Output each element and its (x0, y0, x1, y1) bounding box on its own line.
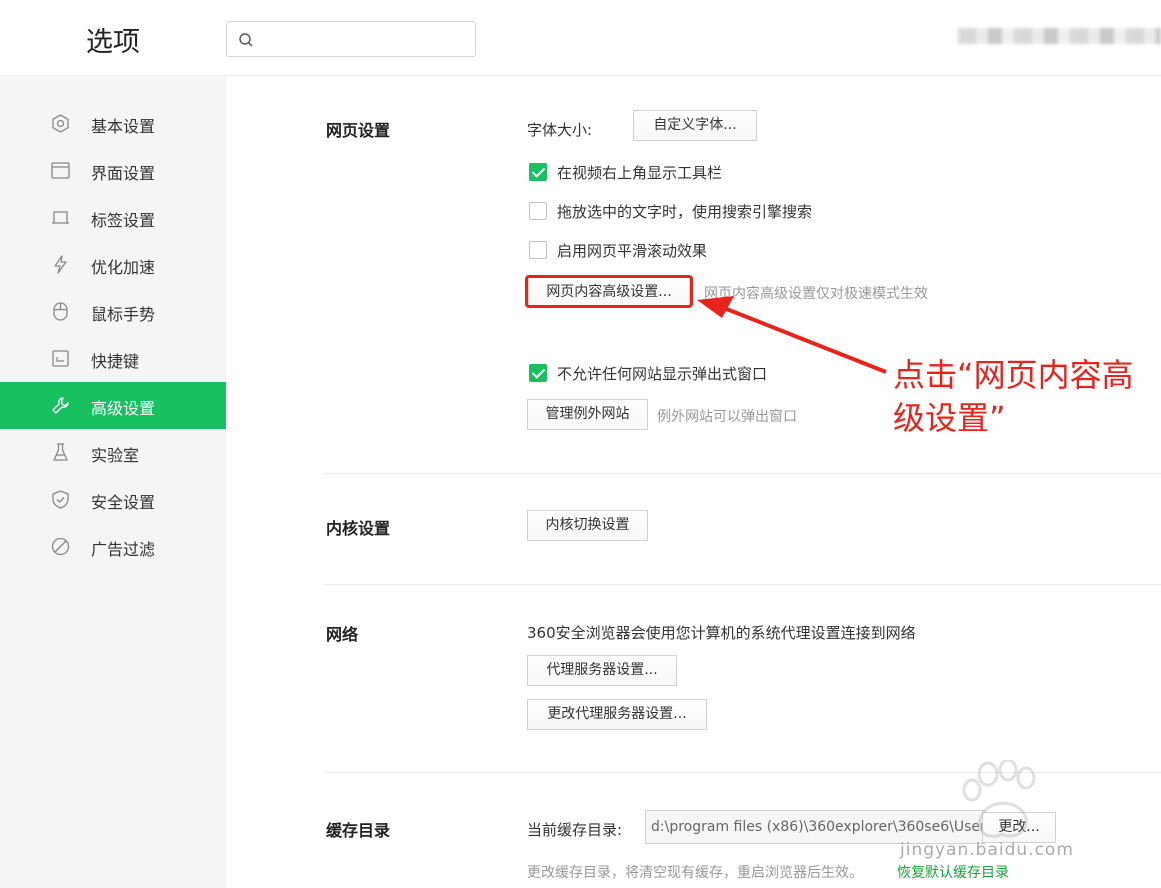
sidebar-item-label: 标签设置 (91, 211, 156, 230)
checkbox-label: 启用网页平滑滚动效果 (557, 241, 708, 260)
video-toolbar-checkbox[interactable] (529, 163, 547, 181)
lightning-icon (54, 255, 67, 274)
paw-watermark-icon (962, 760, 1036, 838)
kernel-switch-button[interactable]: 内核切换设置 (527, 510, 648, 541)
drag-search-checkbox[interactable] (529, 202, 547, 220)
proxy-settings-button[interactable]: 代理服务器设置... (527, 655, 677, 686)
checkbox-row-block-popups[interactable]: 不允许任何网站显示弹出式窗口 (529, 363, 767, 383)
block-popups-checkbox[interactable] (529, 364, 547, 382)
blurred-user-area (958, 28, 1161, 44)
manage-exceptions-button[interactable]: 管理例外网站 (527, 399, 648, 430)
sidebar-item-label: 界面设置 (91, 164, 156, 183)
checkbox-row-smooth-scroll[interactable]: 启用网页平滑滚动效果 (529, 240, 707, 260)
sidebar-item-label: 鼠标手势 (91, 305, 156, 324)
checkbox-label: 不允许任何网站显示弹出式窗口 (557, 364, 768, 383)
section-title-network: 网络 (326, 625, 359, 644)
sidebar-item-label: 安全设置 (91, 493, 156, 512)
exceptions-hint: 例外网站可以弹出窗口 (657, 409, 797, 425)
sidebar-item-basic[interactable]: 基本设置 (0, 100, 226, 147)
sidebar-item-advanced[interactable]: 高级设置 (0, 382, 226, 429)
checkbox-label: 拖放选中的文字时，使用搜索引擎搜索 (557, 202, 813, 221)
sidebar-item-shortcuts[interactable]: 快捷键 (0, 335, 226, 382)
sidebar-item-label: 快捷键 (91, 352, 140, 371)
sidebar-item-label: 实验室 (91, 446, 140, 465)
sidebar-item-adblock[interactable]: 广告过滤 (0, 523, 226, 570)
tab-icon (52, 211, 69, 224)
window-icon (51, 162, 70, 179)
sidebar-item-optimize[interactable]: 优化加速 (0, 241, 226, 288)
wrench-icon (52, 397, 69, 414)
divider (324, 584, 1161, 585)
checkbox-label: 在视频右上角显示工具栏 (557, 163, 723, 182)
block-icon (51, 537, 70, 556)
gear-hexagon-icon (52, 114, 69, 133)
sidebar-item-label: 优化加速 (91, 258, 156, 277)
sidebar-item-tabs[interactable]: 标签设置 (0, 194, 226, 241)
section-title-kernel: 内核设置 (326, 519, 391, 538)
custom-font-button[interactable]: 自定义字体... (633, 110, 757, 141)
checkbox-row-video-toolbar[interactable]: 在视频右上角显示工具栏 (529, 162, 722, 182)
flask-icon (53, 443, 68, 461)
sidebar: 基本设置 界面设置 标签设置 优化加速 鼠标手势 快捷键 高级设置 实验室 安全… (0, 77, 226, 888)
network-description: 360安全浏览器会使用您计算机的系统代理设置连接到网络 (527, 624, 916, 642)
section-title-webpage: 网页设置 (326, 121, 391, 140)
sidebar-item-lab[interactable]: 实验室 (0, 429, 226, 476)
sidebar-item-security[interactable]: 安全设置 (0, 476, 226, 523)
smooth-scroll-checkbox[interactable] (529, 241, 547, 259)
watermark-url: jingyan.baidu.com (900, 840, 1074, 860)
cache-note: 更改缓存目录，将清空现有缓存，重启浏览器后生效。 (527, 865, 863, 881)
change-proxy-settings-button[interactable]: 更改代理服务器设置... (527, 699, 707, 730)
sidebar-item-label: 高级设置 (91, 399, 156, 418)
mouse-icon (53, 302, 68, 321)
sidebar-item-interface[interactable]: 界面设置 (0, 147, 226, 194)
annotation-highlight-box (525, 275, 693, 308)
shield-icon (52, 490, 69, 509)
advanced-settings-hint: 网页内容高级设置仅对极速模式生效 (704, 286, 928, 302)
search-box[interactable] (226, 21, 476, 57)
checkbox-row-drag-search[interactable]: 拖放选中的文字时，使用搜索引擎搜索 (529, 201, 812, 221)
current-cache-label: 当前缓存目录: (527, 821, 623, 839)
font-size-label: 字体大小: (527, 121, 593, 139)
section-title-cache: 缓存目录 (326, 821, 391, 840)
divider (324, 473, 1161, 474)
header: 选项 (0, 0, 1161, 76)
search-icon (239, 33, 253, 47)
sidebar-item-label: 基本设置 (91, 117, 156, 136)
sidebar-item-mouse-gestures[interactable]: 鼠标手势 (0, 288, 226, 335)
keyboard-shortcut-icon (52, 350, 69, 367)
page-title: 选项 (86, 27, 140, 58)
annotation-text: 点击“网页内容高级设置” (893, 356, 1134, 437)
sidebar-item-label: 广告过滤 (91, 540, 156, 559)
search-input[interactable] (263, 28, 468, 50)
